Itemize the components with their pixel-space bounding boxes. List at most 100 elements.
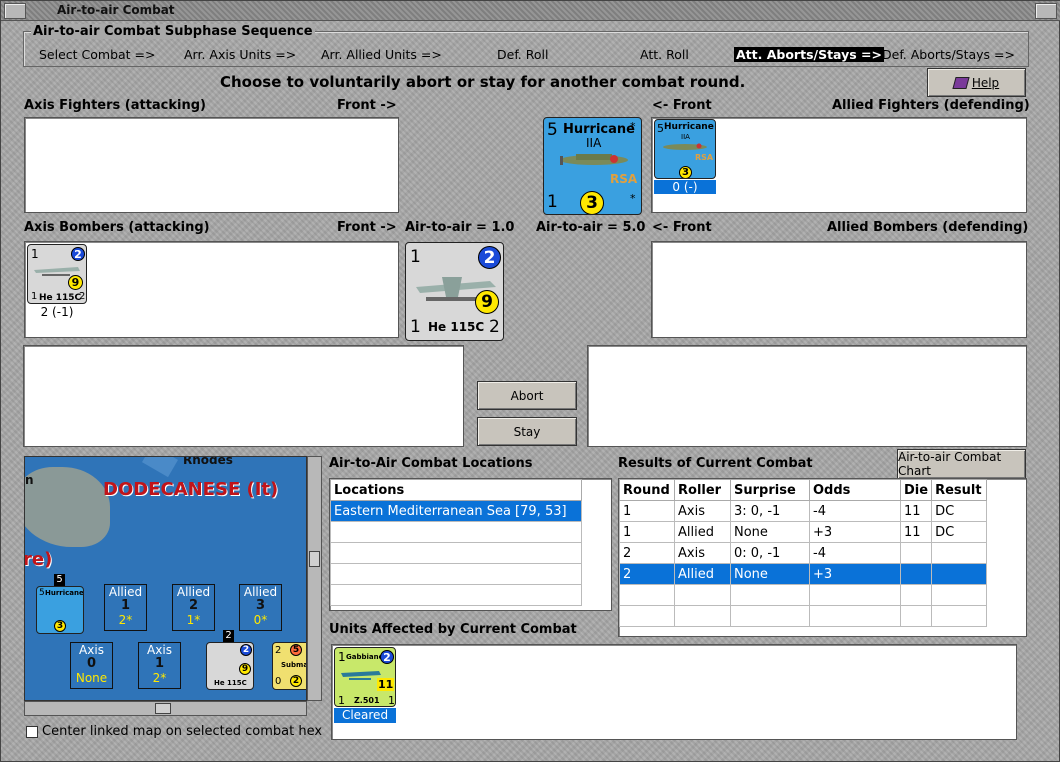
map-horizontal-scrollbar[interactable] — [24, 701, 307, 716]
help-book-icon — [952, 76, 970, 89]
map-vertical-thumb[interactable] — [309, 551, 320, 567]
map-region-label-partial: re) — [24, 549, 53, 570]
allied-box-1[interactable]: Allied 1 2* — [104, 584, 147, 631]
title-bar: Air-to-air Combat — [1, 1, 1060, 21]
map-view[interactable]: Rhodes n DODECANESE (It) re) 5 2 5 Hurri… — [24, 456, 307, 701]
locations-title: Air-to-Air Combat Locations — [329, 456, 533, 471]
allied-bombers-front-label: <- Front — [652, 220, 712, 235]
map-hex-shade — [142, 457, 178, 478]
system-menu-button[interactable] — [4, 3, 26, 19]
map-hurricane-counter[interactable]: 5 Hurricane 3 — [36, 586, 84, 634]
axis-fighters-label: Axis Fighters (attacking) — [24, 98, 206, 113]
hurricane-status: 0 (-) — [654, 180, 716, 194]
results-header-round: Round — [619, 479, 675, 501]
he115-large-name: He 115C — [428, 320, 485, 334]
allied-aborts-panel[interactable] — [587, 345, 1027, 447]
axis-box-1[interactable]: Axis 1 2* — [138, 642, 181, 689]
he115-counter-large[interactable]: 1 2 9 1 He 115C 2 — [405, 242, 504, 341]
map-he115-counter[interactable]: 2 9 He 115C — [206, 642, 254, 690]
cell-odds: +3 — [809, 521, 901, 543]
he115-counter-small[interactable]: 1 2 9 1 He 115C 2 — [27, 244, 87, 304]
map-sub-bottom-left: 0 — [275, 676, 282, 687]
help-button[interactable]: Help — [927, 68, 1026, 97]
allied-bombers-label: Allied Bombers (defending) — [827, 220, 1029, 235]
cell-surprise: None — [730, 521, 810, 543]
axis-bombers-label: Axis Bombers (attacking) — [24, 220, 210, 235]
table-row[interactable]: 2 Axis 0: 0, -1 -4 — [619, 542, 988, 564]
hurricane-large-value: 3 — [580, 191, 604, 214]
results-table: Round Roller Surprise Odds Die Result 1A… — [619, 479, 988, 627]
axis-box-0[interactable]: Axis 0 None — [70, 642, 113, 689]
table-row-empty — [619, 605, 988, 627]
axis-bombers-panel[interactable]: 1 2 9 1 He 115C 2 2 (-1) — [24, 241, 399, 338]
close-button[interactable] — [1035, 3, 1057, 19]
table-row[interactable]: 1 Allied None +3 11 DC — [619, 521, 988, 543]
cell-result: DC — [931, 500, 988, 522]
he115-large-bottom-right: 2 — [489, 317, 500, 337]
units-affected-panel[interactable]: 1 Gabbiano 2 11 1 Z.501 1 Cleared — [331, 644, 1017, 740]
step-att-roll: Att. Roll — [640, 47, 689, 62]
axis-aborts-panel[interactable] — [23, 345, 464, 447]
axis-fighters-front-label: Front -> — [337, 98, 397, 113]
map-island-shape — [25, 467, 110, 547]
map-hurricane-name: Hurricane — [45, 589, 84, 597]
map-submarine-counter[interactable]: 2 5 Submar 0 2 — [272, 642, 306, 690]
air-combat-chart-button[interactable]: Air-to-air Combat Chart — [897, 449, 1026, 479]
location-row-empty — [330, 521, 582, 543]
cell-odds: +3 — [809, 563, 901, 585]
allied-box-2[interactable]: Allied 2 1* — [172, 584, 215, 631]
allied-box-3[interactable]: Allied 3 0* — [239, 584, 282, 631]
hurricane-counter-large[interactable]: 5 Hurricane * IIA RSA 1 3 * — [543, 117, 642, 215]
results-list[interactable]: Round Roller Surprise Odds Die Result 1A… — [618, 478, 1027, 637]
hurricane-plane-icon — [560, 154, 628, 165]
units-affected-title: Units Affected by Current Combat — [329, 622, 577, 637]
map-vertical-scrollbar[interactable] — [307, 456, 322, 701]
hurricane-large-star-bottom: * — [630, 192, 636, 205]
table-row-selected[interactable]: 2 Allied None +3 — [619, 563, 988, 585]
table-row[interactable]: 1 Axis 3: 0, -1 -4 11 DC — [619, 500, 988, 522]
table-row-empty — [619, 584, 988, 606]
hurricane-small-value: 3 — [679, 166, 692, 178]
hurricane-large-star-top: * — [630, 120, 636, 133]
axis-air-to-air-value: Air-to-air = 1.0 — [405, 220, 515, 235]
map-horizontal-thumb[interactable] — [155, 703, 171, 714]
axis-fighters-panel[interactable] — [24, 117, 399, 213]
step-att-aborts-active: Att. Aborts/Stays => — [734, 47, 884, 62]
axis-box-1-num: 1 — [154, 656, 165, 671]
cell-odds: -4 — [809, 542, 901, 564]
results-header-roller: Roller — [674, 479, 731, 501]
locations-table: Locations Eastern Mediterranean Sea [79,… — [330, 479, 582, 606]
step-def-roll: Def. Roll — [497, 47, 549, 62]
gabbiano-counter[interactable]: 1 Gabbiano 2 11 1 Z.501 1 — [334, 647, 396, 707]
allied-fighters-panel[interactable]: 5 Hurricane IIA RSA 3 0 (-) — [651, 117, 1027, 213]
he115-large-value: 9 — [475, 290, 499, 314]
results-header-odds: Odds — [809, 479, 901, 501]
cell-result: DC — [931, 521, 988, 543]
center-linked-checkbox[interactable] — [26, 726, 38, 738]
window-title: Air-to-air Combat — [57, 3, 175, 17]
he115-small-bottom: 1 — [31, 291, 38, 302]
abort-button[interactable]: Abort — [477, 381, 577, 410]
results-header-die: Die — [899, 479, 933, 501]
cell-round: 2 — [619, 563, 675, 585]
hurricane-counter-small[interactable]: 5 Hurricane IIA RSA 3 — [654, 119, 716, 179]
allied-bombers-panel[interactable] — [651, 241, 1027, 338]
allied-box-1-val: 2* — [118, 613, 133, 627]
location-row[interactable]: Eastern Mediterranean Sea [79, 53] — [330, 500, 582, 522]
bomber-stack-count: 2 — [223, 630, 234, 642]
results-title: Results of Current Combat — [618, 456, 813, 471]
location-row-empty — [330, 563, 582, 585]
allied-box-2-side: Allied — [176, 585, 211, 599]
axis-box-1-side: Axis — [147, 643, 172, 657]
location-cell: Eastern Mediterranean Sea [79, 53] — [330, 500, 582, 522]
gabbiano-bottom: 1 — [338, 694, 345, 707]
gabbiano-bottom-right: 1 — [388, 694, 395, 707]
cell-result — [931, 563, 988, 585]
location-row-empty — [330, 542, 582, 564]
locations-list[interactable]: Locations Eastern Mediterranean Sea [79,… — [329, 478, 612, 611]
gabbiano-model: Z.501 — [354, 696, 380, 705]
allied-air-to-air-value: Air-to-air = 5.0 — [536, 220, 646, 235]
center-linked-label: Center linked map on selected combat hex — [42, 724, 323, 739]
stay-button[interactable]: Stay — [477, 417, 577, 446]
cell-roller: Axis — [674, 500, 731, 522]
